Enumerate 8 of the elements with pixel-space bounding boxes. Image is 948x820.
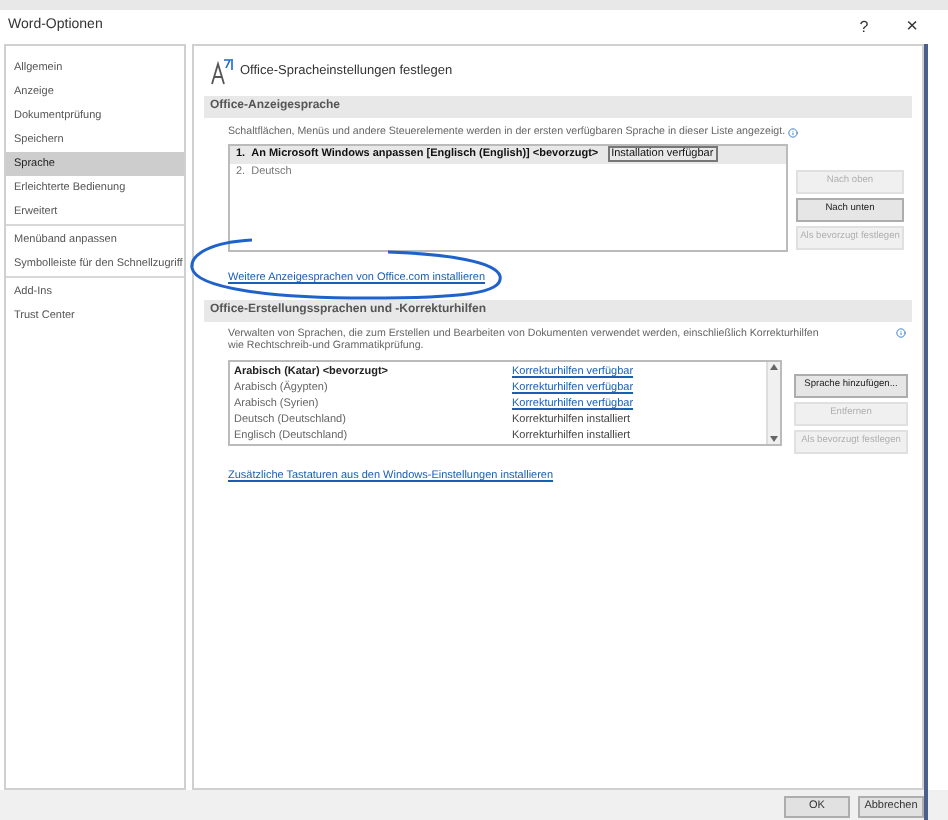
help-button[interactable]: ? bbox=[848, 15, 880, 39]
scrollbar[interactable] bbox=[766, 361, 780, 444]
info-icon bbox=[896, 327, 906, 338]
scroll-up-icon[interactable] bbox=[770, 363, 778, 370]
language-icon bbox=[210, 58, 234, 86]
scroll-down-icon[interactable] bbox=[770, 435, 778, 442]
info-icon bbox=[787, 128, 798, 139]
close-button[interactable]: × bbox=[896, 12, 928, 42]
